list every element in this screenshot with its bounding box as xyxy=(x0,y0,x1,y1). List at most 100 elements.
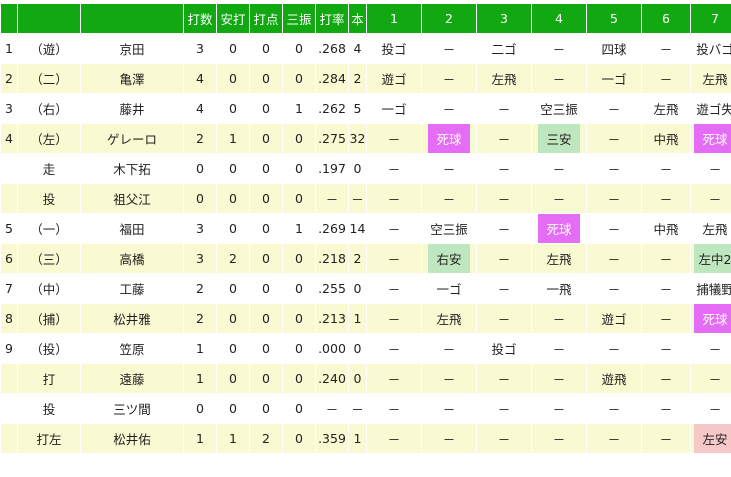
at-bat-result: － xyxy=(607,132,621,147)
at-bats-cell: 1 xyxy=(184,334,216,363)
hits-cell: 0 xyxy=(217,304,249,333)
rbi-cell: 0 xyxy=(250,214,282,243)
batting-order-cell: 2 xyxy=(1,64,17,93)
at-bats-cell: 0 xyxy=(184,184,216,213)
at-bat-result: － xyxy=(497,102,511,117)
inning-2-cell: 一ゴ xyxy=(422,274,476,303)
player-name-cell[interactable]: 松井雅 xyxy=(81,304,183,333)
table-row: 打遠藤 1 0 0 0.240 0 －－－－遊飛－－ xyxy=(1,364,731,393)
player-name-cell[interactable]: 遠藤 xyxy=(81,364,183,393)
header-hits: 安打 xyxy=(217,4,249,33)
player-name-cell[interactable]: 京田 xyxy=(81,34,183,63)
strikeouts-cell: 0 xyxy=(283,394,315,423)
inning-4-cell: 三安 xyxy=(532,124,586,153)
player-name-cell[interactable]: 祖父江 xyxy=(81,184,183,213)
header-order xyxy=(1,4,17,33)
at-bat-result: 死球 xyxy=(694,304,731,333)
at-bat-result: － xyxy=(552,432,566,447)
at-bat-result: 遊ゴ xyxy=(381,72,407,87)
at-bat-result: － xyxy=(387,222,401,237)
rbi-cell: 2 xyxy=(250,424,282,453)
at-bat-result: － xyxy=(497,372,511,387)
inning-6-cell: 左飛 xyxy=(642,94,690,123)
at-bat-result: 一ゴ xyxy=(381,102,407,117)
player-name-cell[interactable]: 高橋 xyxy=(81,244,183,273)
inning-2-cell: － xyxy=(422,34,476,63)
table-row: 投三ツ間 0 0 0 0 －－－－－－－－－ xyxy=(1,394,731,423)
at-bat-result: － xyxy=(607,102,621,117)
inning-3-cell: － xyxy=(477,424,531,453)
hits-cell: 1 xyxy=(217,124,249,153)
inning-1-cell: － xyxy=(367,394,421,423)
inning-1-cell: 一ゴ xyxy=(367,94,421,123)
at-bat-result: 中飛 xyxy=(653,222,679,237)
table-row: 5 （一） 福田 3 0 0 1.269 14 －空三振－死球－中飛 左飛 xyxy=(1,214,731,243)
inning-1-cell: － xyxy=(367,184,421,213)
inning-1-cell: － xyxy=(367,244,421,273)
at-bat-result: － xyxy=(552,342,566,357)
player-name-cell[interactable]: 工藤 xyxy=(81,274,183,303)
at-bat-result: － xyxy=(387,162,401,177)
at-bat-result: 死球 xyxy=(694,124,731,153)
at-bat-result: － xyxy=(708,372,722,387)
at-bat-result: － xyxy=(607,252,621,267)
at-bat-result: 死球 xyxy=(428,124,470,153)
at-bat-result: － xyxy=(442,372,456,387)
at-bat-result: － xyxy=(659,252,673,267)
inning-2-cell: 空三振 xyxy=(422,214,476,243)
batting-order-cell xyxy=(1,424,17,453)
inning-2-cell: － xyxy=(422,154,476,183)
inning-5-cell: － xyxy=(587,334,641,363)
at-bat-result: － xyxy=(387,342,401,357)
player-name-cell[interactable]: 松井佑 xyxy=(81,424,183,453)
hits-cell: 0 xyxy=(217,34,249,63)
batting-avg-cell: .269 xyxy=(316,214,348,243)
at-bats-cell: 1 xyxy=(184,424,216,453)
hits-cell: 0 xyxy=(217,214,249,243)
player-name-cell[interactable]: ゲレーロ xyxy=(81,124,183,153)
at-bat-result: 三安 xyxy=(538,124,580,153)
hits-cell: 0 xyxy=(217,394,249,423)
player-name-cell[interactable]: 三ツ間 xyxy=(81,394,183,423)
batting-avg-cell: .213 xyxy=(316,304,348,333)
player-name-cell[interactable]: 笠原 xyxy=(81,334,183,363)
player-name-cell[interactable]: 木下拓 xyxy=(81,154,183,183)
at-bats-cell: 3 xyxy=(184,214,216,243)
inning-4-cell: － xyxy=(532,334,586,363)
at-bat-result: － xyxy=(607,222,621,237)
at-bat-result: － xyxy=(387,252,401,267)
batting-avg-cell: .240 xyxy=(316,364,348,393)
position-cell: （二） xyxy=(18,64,80,93)
strikeouts-cell: 0 xyxy=(283,364,315,393)
at-bat-result: － xyxy=(659,162,673,177)
table-row: 3 （右） 藤井 4 0 0 1.262 5 一ゴ－－空三振－左飛 遊ゴ失 xyxy=(1,94,731,123)
at-bat-result: － xyxy=(552,402,566,417)
at-bat-result: 一ゴ xyxy=(601,72,627,87)
inning-6-cell: － xyxy=(642,274,690,303)
home-runs-cell: 2 xyxy=(349,64,366,93)
inning-3-cell: － xyxy=(477,124,531,153)
inning-3-cell: － xyxy=(477,214,531,243)
at-bat-result: 左飛 xyxy=(702,222,728,237)
inning-7-cell: － xyxy=(691,184,731,213)
strikeouts-cell: 0 xyxy=(283,304,315,333)
rbi-cell: 0 xyxy=(250,364,282,393)
at-bat-result: － xyxy=(387,282,401,297)
batting-avg-cell: － xyxy=(316,184,348,213)
batting-order-cell xyxy=(1,364,17,393)
inning-2-cell: － xyxy=(422,394,476,423)
hits-cell: 0 xyxy=(217,64,249,93)
header-rbi: 打点 xyxy=(250,4,282,33)
at-bat-result: － xyxy=(497,192,511,207)
strikeouts-cell: 0 xyxy=(283,244,315,273)
at-bats-cell: 2 xyxy=(184,124,216,153)
at-bat-result: － xyxy=(387,132,401,147)
player-name-cell[interactable]: 藤井 xyxy=(81,94,183,123)
at-bat-result: － xyxy=(659,42,673,57)
player-name-cell[interactable]: 亀澤 xyxy=(81,64,183,93)
player-name-cell[interactable]: 福田 xyxy=(81,214,183,243)
header-inning-3: 3 xyxy=(477,4,531,33)
at-bat-result: － xyxy=(607,162,621,177)
at-bat-result: 死球 xyxy=(538,214,580,243)
at-bat-result: 左飛 xyxy=(702,72,728,87)
